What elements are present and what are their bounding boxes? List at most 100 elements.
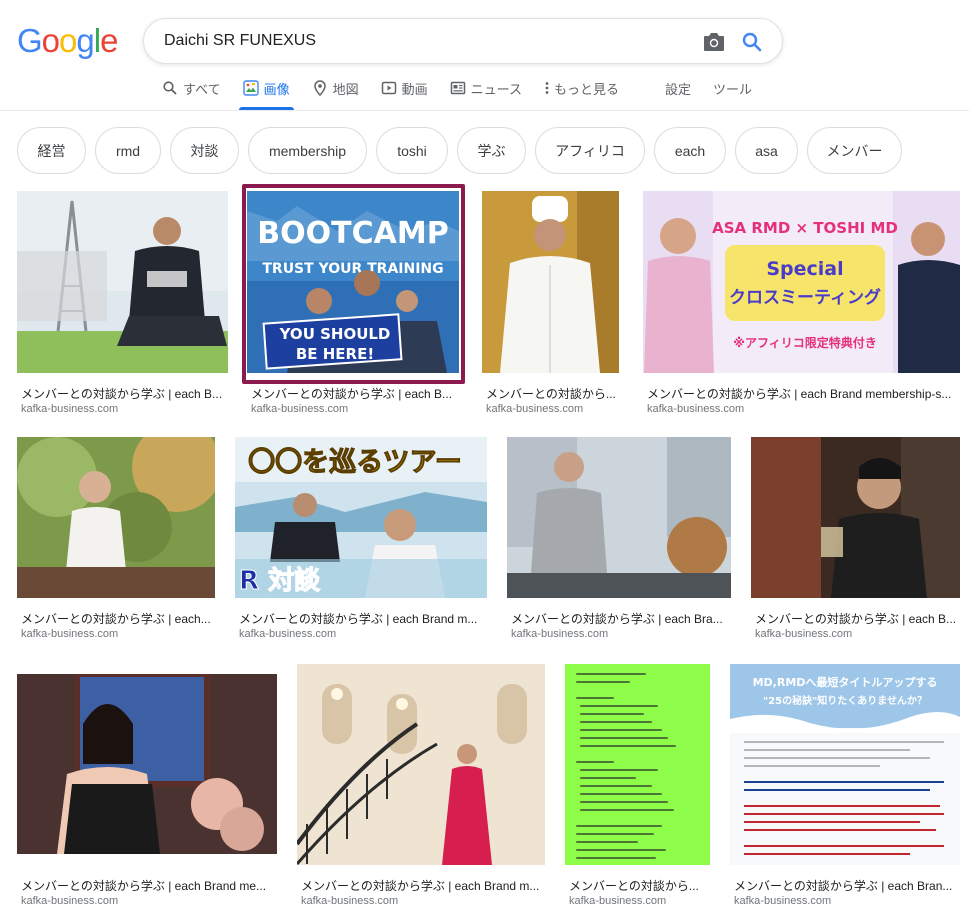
tools-link[interactable]: ツール <box>713 78 752 98</box>
result-source[interactable]: kafka-business.com <box>755 628 852 640</box>
result-thumbnail[interactable] <box>17 437 215 598</box>
tab-more[interactable]: もっと見る <box>544 78 619 98</box>
result-thumbnail[interactable] <box>507 437 731 598</box>
news-icon <box>450 81 465 95</box>
result-title[interactable]: メンバーとの対談から学ぶ | each B... <box>21 385 226 402</box>
result-source[interactable]: kafka-business.com <box>21 403 118 415</box>
google-logo[interactable]: Google <box>17 22 118 60</box>
result-source[interactable]: kafka-business.com <box>21 628 118 640</box>
overlay-text: "25の秘訣"知りたくありませんか？ <box>763 694 927 707</box>
overlay-text: クロスミーティング <box>729 287 881 308</box>
image-result[interactable]: メンバーとの対談から学ぶ | each B... kafka-business.… <box>17 191 228 421</box>
result-title[interactable]: メンバーとの対談から学ぶ | each Bra... <box>511 610 729 627</box>
result-source[interactable]: kafka-business.com <box>511 628 608 640</box>
image-result[interactable]: 〇〇を巡るツアー R 対談 メンバーとの対談から学ぶ | each Brand … <box>235 437 487 647</box>
result-title[interactable]: メンバーとの対談から... <box>486 385 619 402</box>
thumbnail-image <box>482 191 619 373</box>
tab-videos[interactable]: 動画 <box>381 78 428 98</box>
result-thumbnail[interactable]: BOOTCAMP TRUST YOUR TRAINING YOU SHOULD … <box>247 191 459 373</box>
image-result[interactable]: メンバーとの対談から... kafka-business.com <box>565 664 710 912</box>
tab-news[interactable]: ニュース <box>450 78 522 98</box>
thumbnail-image <box>507 437 731 598</box>
images-icon <box>242 80 259 96</box>
result-thumbnail[interactable] <box>297 664 545 865</box>
result-source[interactable]: kafka-business.com <box>301 895 398 907</box>
search-input[interactable]: Daichi SR FUNEXUS <box>164 32 316 50</box>
thumbnail-image <box>17 674 277 854</box>
result-thumbnail[interactable]: ASA RMD × TOSHI MD Special クロスミーティング ※アフ… <box>643 191 960 373</box>
chip[interactable]: アフィリコ <box>535 127 645 174</box>
overlay-text: BOOTCAMP <box>257 216 448 251</box>
result-thumbnail[interactable] <box>565 664 710 865</box>
result-source[interactable]: kafka-business.com <box>239 628 336 640</box>
more-dots-icon <box>545 82 549 94</box>
result-thumbnail[interactable]: MD,RMDへ最短タイトルアップする "25の秘訣"知りたくありませんか？ <box>730 664 960 865</box>
chip[interactable]: 経営 <box>17 127 86 174</box>
search-box[interactable]: Daichi SR FUNEXUS <box>143 18 783 64</box>
chip[interactable]: rmd <box>95 127 161 174</box>
search-tabs: すべて 画像 地図 動画 ニュース もっと見る 設定 ツール <box>162 78 752 110</box>
result-thumbnail[interactable] <box>482 191 619 373</box>
image-result[interactable]: ASA RMD × TOSHI MD Special クロスミーティング ※アフ… <box>643 191 960 421</box>
logo-letter: o <box>41 22 60 59</box>
result-source[interactable]: kafka-business.com <box>647 403 744 415</box>
settings-link[interactable]: 設定 <box>665 78 691 98</box>
chip[interactable]: 対談 <box>170 127 239 174</box>
chip[interactable]: 学ぶ <box>457 127 526 174</box>
camera-icon[interactable] <box>702 31 726 53</box>
result-title[interactable]: メンバーとの対談から学ぶ | each B... <box>251 385 456 402</box>
thumbnail-image <box>565 664 710 865</box>
overlay-text: TRUST YOUR TRAINING <box>262 261 443 277</box>
result-source[interactable]: kafka-business.com <box>251 403 348 415</box>
tab-label: 動画 <box>401 81 428 97</box>
chip[interactable]: membership <box>248 127 367 174</box>
result-source[interactable]: kafka-business.com <box>21 895 118 907</box>
result-thumbnail[interactable] <box>751 437 960 598</box>
logo-letter: G <box>17 22 43 59</box>
image-result[interactable]: メンバーとの対談から学ぶ | each B... kafka-business.… <box>751 437 960 647</box>
result-source[interactable]: kafka-business.com <box>486 403 583 415</box>
result-title[interactable]: メンバーとの対談から学ぶ | each Brand me... <box>21 877 277 894</box>
result-title[interactable]: メンバーとの対談から学ぶ | each Brand m... <box>239 610 484 627</box>
result-title[interactable]: メンバーとの対談から学ぶ | each Bran... <box>734 877 960 894</box>
result-thumbnail[interactable]: 〇〇を巡るツアー R 対談 <box>235 437 487 598</box>
result-title[interactable]: メンバーとの対談から学ぶ | each Brand m... <box>301 877 545 894</box>
result-thumbnail[interactable] <box>17 674 277 854</box>
image-result[interactable]: メンバーとの対談から学ぶ | each Brand me... kafka-bu… <box>17 674 277 912</box>
logo-letter: e <box>100 22 118 59</box>
thumbnail-image: MD,RMDへ最短タイトルアップする "25の秘訣"知りたくありませんか？ <box>730 664 960 865</box>
result-source[interactable]: kafka-business.com <box>569 895 666 907</box>
tab-gap <box>641 78 665 110</box>
tab-all[interactable]: すべて <box>162 78 221 98</box>
thumbnail-image <box>751 437 960 598</box>
result-title[interactable]: メンバーとの対談から... <box>569 877 710 894</box>
result-title[interactable]: メンバーとの対談から学ぶ | each B... <box>755 610 960 627</box>
chip[interactable]: メンバー <box>807 127 902 174</box>
image-result[interactable]: メンバーとの対談から学ぶ | each Brand m... kafka-bus… <box>297 664 545 912</box>
result-title[interactable]: メンバーとの対談から学ぶ | each Brand membership-s..… <box>647 385 959 402</box>
image-result[interactable]: MD,RMDへ最短タイトルアップする "25の秘訣"知りたくありませんか？ メン… <box>730 664 960 912</box>
image-result[interactable]: メンバーとの対談から... kafka-business.com <box>482 191 619 421</box>
overlay-text: ※アフィリコ限定特典付き <box>733 335 876 350</box>
image-result[interactable]: BOOTCAMP TRUST YOUR TRAINING YOU SHOULD … <box>247 191 459 421</box>
image-result[interactable]: メンバーとの対談から学ぶ | each Bra... kafka-busines… <box>507 437 731 647</box>
overlay-text: MD,RMDへ最短タイトルアップする <box>753 675 938 689</box>
tab-maps[interactable]: 地図 <box>312 78 359 98</box>
tab-images[interactable]: 画像 <box>238 78 294 110</box>
result-title[interactable]: メンバーとの対談から学ぶ | each... <box>21 610 216 627</box>
thumbnail-image <box>297 664 545 865</box>
map-pin-icon <box>313 80 326 96</box>
chip[interactable]: toshi <box>376 127 448 174</box>
tab-label: すべて <box>183 81 221 97</box>
search-icon <box>163 81 177 95</box>
result-source[interactable]: kafka-business.com <box>734 895 831 907</box>
chip[interactable]: asa <box>735 127 798 174</box>
result-thumbnail[interactable] <box>17 191 228 373</box>
search-icon[interactable] <box>740 30 764 54</box>
image-result[interactable]: メンバーとの対談から学ぶ | each... kafka-business.co… <box>17 437 215 647</box>
tab-label: もっと見る <box>553 81 619 97</box>
overlay-text: 〇〇を巡るツアー <box>248 447 462 478</box>
chip[interactable]: each <box>654 127 726 174</box>
tab-label: 画像 <box>263 81 290 97</box>
overlay-text: ASA RMD × TOSHI MD <box>712 219 898 237</box>
